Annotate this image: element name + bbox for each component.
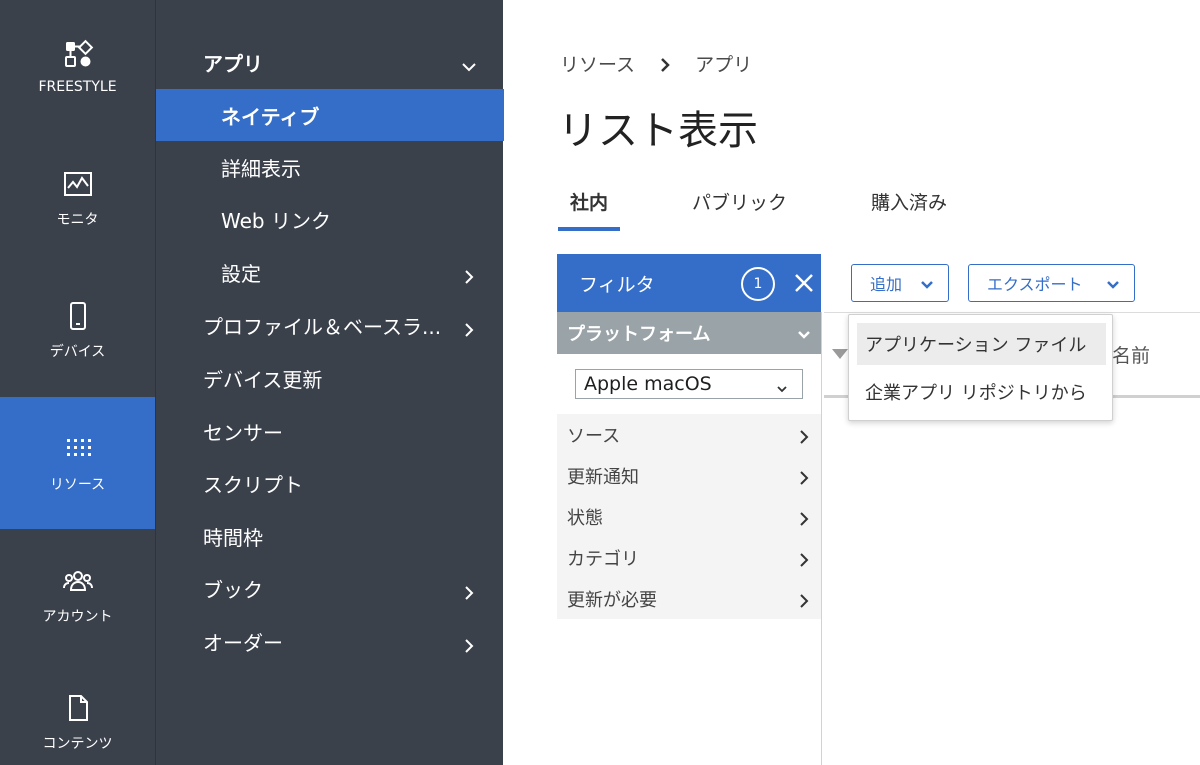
facet-label: カテゴリ bbox=[567, 548, 639, 570]
platform-select-wrap: Apple macOS bbox=[557, 354, 821, 414]
chevron-down-icon bbox=[462, 55, 476, 72]
menu-item-label: オーダー bbox=[203, 630, 283, 655]
chevron-down-icon bbox=[920, 277, 934, 291]
menu-item-profiles-baselines[interactable]: プロファイル＆ベースラ... bbox=[156, 299, 504, 351]
tab-purchased[interactable]: 購入済み bbox=[859, 180, 959, 231]
facet-platform-label: プラットフォーム bbox=[567, 324, 711, 345]
platform-select[interactable]: Apple macOS bbox=[575, 369, 803, 399]
menu-item-device-updates[interactable]: デバイス更新 bbox=[156, 352, 504, 404]
menu-item-label: デバイス更新 bbox=[203, 367, 323, 392]
menu-item-sensors[interactable]: センサー bbox=[156, 405, 504, 457]
main-content: リソース アプリ リスト表示 社内 パブリック 購入済み フィルタ 1 プラット… bbox=[504, 0, 1200, 765]
export-button-label: エクスポート bbox=[987, 275, 1083, 294]
add-menu-item-application-file[interactable]: アプリケーション ファイル bbox=[857, 323, 1106, 365]
chevron-right-icon bbox=[799, 510, 809, 526]
page-title: リスト表示 bbox=[558, 108, 758, 154]
breadcrumb-resources-link[interactable]: リソース bbox=[560, 50, 635, 77]
menu-item-books[interactable]: ブック bbox=[156, 562, 504, 614]
rail-item-content[interactable]: コンテンツ bbox=[0, 661, 155, 765]
chevron-down-icon bbox=[1106, 277, 1120, 291]
facet-label: ソース bbox=[567, 425, 621, 447]
facet-label: 更新が必要 bbox=[567, 589, 657, 611]
platform-select-value: Apple macOS bbox=[584, 373, 712, 395]
facet-update-required[interactable]: 更新が必要 bbox=[557, 578, 821, 619]
rail-item-resources[interactable]: リソース bbox=[0, 397, 155, 529]
rail-label: モニタ bbox=[56, 212, 99, 228]
facet-update-notification[interactable]: 更新通知 bbox=[557, 455, 821, 496]
rail-item-freestyle[interactable]: FREESTYLE bbox=[0, 0, 155, 132]
left-rail: FREESTYLE モニタ デバイス リソース アカウント コンテンツ bbox=[0, 0, 155, 765]
chevron-down-icon bbox=[797, 326, 811, 340]
menu-item-label: アプリ bbox=[203, 51, 263, 76]
freestyle-icon bbox=[61, 37, 95, 71]
rail-label: FREESTYLE bbox=[38, 79, 117, 95]
panel-divider bbox=[821, 312, 822, 765]
menu-item-apps[interactable]: アプリ bbox=[156, 36, 504, 88]
menu-item-label: プロファイル＆ベースラ... bbox=[203, 314, 442, 339]
rail-item-monitor[interactable]: モニタ bbox=[0, 132, 155, 264]
facet-platform-header[interactable]: プラットフォーム bbox=[557, 312, 821, 354]
facet-label: 更新通知 bbox=[567, 466, 639, 488]
breadcrumb-current: アプリ bbox=[695, 54, 753, 76]
chevron-right-icon bbox=[462, 265, 476, 284]
rail-label: コンテンツ bbox=[42, 736, 113, 752]
chevron-right-icon bbox=[462, 581, 476, 600]
menu-item-label: スクリプト bbox=[203, 472, 303, 497]
filter-header: フィルタ 1 bbox=[557, 254, 821, 312]
facet-category[interactable]: カテゴリ bbox=[557, 537, 821, 578]
breadcrumb-chevron-icon bbox=[659, 56, 671, 72]
menu-item-label: ブック bbox=[203, 577, 263, 602]
rail-item-accounts[interactable]: アカウント bbox=[0, 529, 155, 661]
breadcrumb: リソース アプリ bbox=[560, 50, 752, 77]
tab-bar: 社内 パブリック 購入済み bbox=[558, 180, 1019, 231]
menu-item-label: Web リンク bbox=[221, 208, 331, 233]
menu-item-scripts[interactable]: スクリプト bbox=[156, 457, 504, 509]
filter-count-badge: 1 bbox=[741, 267, 775, 301]
facet-source[interactable]: ソース bbox=[557, 414, 821, 455]
chevron-right-icon bbox=[799, 551, 809, 567]
rail-label: リソース bbox=[49, 477, 106, 493]
column-header-name[interactable]: 名前 bbox=[1112, 341, 1150, 368]
menu-item-label: 時間枠 bbox=[203, 525, 263, 550]
menu-item-label: センサー bbox=[203, 420, 283, 445]
add-dropdown-menu: アプリケーション ファイル 企業アプリ リポジトリから bbox=[848, 314, 1113, 421]
chevron-right-icon bbox=[799, 469, 809, 485]
accounts-icon bbox=[61, 564, 95, 598]
chevron-right-icon bbox=[462, 318, 476, 337]
menu-item-label: 詳細表示 bbox=[221, 156, 301, 181]
rail-label: デバイス bbox=[49, 344, 106, 360]
resources-grid-icon bbox=[61, 432, 95, 466]
resources-nav-menu: アプリ ネイティブ 詳細表示 Web リンク 設定 プロファイル＆ベースラ...… bbox=[155, 0, 504, 765]
close-icon[interactable] bbox=[793, 272, 815, 294]
menu-item-details[interactable]: 詳細表示 bbox=[156, 141, 504, 193]
content-icon bbox=[61, 691, 95, 725]
add-menu-item-from-enterprise-repo[interactable]: 企業アプリ リポジトリから bbox=[857, 371, 1106, 413]
filter-title: フィルタ bbox=[579, 273, 655, 296]
add-button[interactable]: 追加 bbox=[851, 264, 949, 302]
rail-item-devices[interactable]: デバイス bbox=[0, 264, 155, 396]
menu-item-orders[interactable]: オーダー bbox=[156, 615, 504, 667]
sort-triangle-icon[interactable] bbox=[832, 349, 848, 359]
rail-label: アカウント bbox=[42, 609, 113, 625]
menu-item-native[interactable]: ネイティブ bbox=[156, 89, 504, 141]
chevron-right-icon bbox=[799, 592, 809, 608]
filter-panel: フィルタ 1 プラットフォーム Apple macOS ソース 更新通知 状態 bbox=[557, 254, 821, 619]
menu-item-label: ネイティブ bbox=[221, 104, 320, 129]
monitor-icon bbox=[61, 167, 95, 201]
tab-internal[interactable]: 社内 bbox=[558, 180, 621, 231]
menu-item-settings[interactable]: 設定 bbox=[156, 246, 504, 298]
chevron-down-icon bbox=[776, 379, 788, 393]
chevron-right-icon bbox=[462, 634, 476, 653]
add-button-label: 追加 bbox=[870, 275, 903, 294]
menu-item-time-windows[interactable]: 時間枠 bbox=[156, 510, 504, 562]
device-icon bbox=[61, 299, 95, 333]
export-button[interactable]: エクスポート bbox=[968, 264, 1135, 302]
tab-public[interactable]: パブリック bbox=[680, 180, 799, 231]
facet-label: 状態 bbox=[567, 507, 603, 529]
menu-item-label: 設定 bbox=[221, 261, 261, 286]
facet-status[interactable]: 状態 bbox=[557, 496, 821, 537]
menu-item-web-links[interactable]: Web リンク bbox=[156, 193, 504, 245]
chevron-right-icon bbox=[799, 428, 809, 444]
